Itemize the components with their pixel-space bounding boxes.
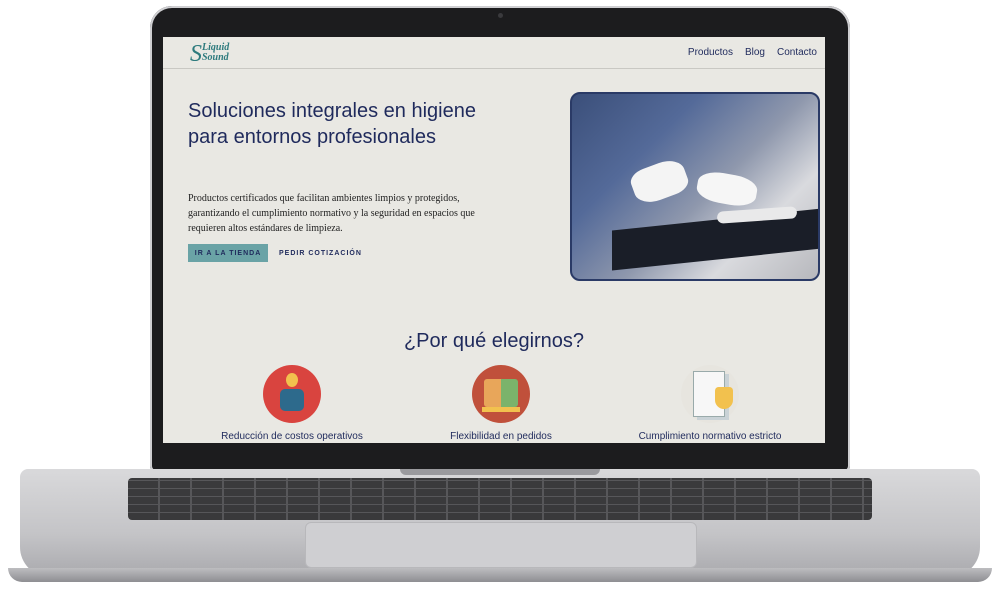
laptop-hinge [400, 469, 600, 475]
hero-image [570, 92, 820, 281]
checklist-shield-icon [681, 365, 739, 423]
trackpad [305, 522, 697, 568]
nav-link-contacto[interactable]: Contacto [777, 47, 817, 58]
keyboard [128, 478, 872, 520]
feature-cost-reduction: Reducción de costos operativos [192, 365, 392, 442]
hero-description: Productos certificados que facilitan amb… [188, 193, 475, 234]
site-logo[interactable]: S Liquid Sound [190, 41, 250, 67]
request-quote-button[interactable]: PEDIR COTIZACIÓN [279, 244, 362, 262]
feature-compliance: Cumplimiento normativo estricto [610, 365, 810, 442]
glove-right [694, 169, 760, 209]
hero-title: Soluciones integrales en higiene para en… [188, 100, 476, 148]
main-menu: Productos Blog Contacto [688, 47, 817, 58]
camera-icon [498, 13, 503, 18]
cost-reduction-icon [263, 365, 321, 423]
why-us-title: ¿Por qué elegirnos? [403, 330, 585, 352]
feature-label: Flexibilidad en pedidos [450, 431, 552, 442]
boxes-cart-icon [472, 365, 530, 423]
nav-link-blog[interactable]: Blog [745, 47, 765, 58]
feature-label: Reducción de costos operativos [221, 431, 363, 442]
logo-wordmark: Liquid Sound [202, 43, 229, 63]
site-header: S Liquid Sound Productos Blog Contacto [163, 37, 825, 69]
go-to-store-button[interactable]: IR A LA TIENDA [188, 244, 268, 262]
logo-mark: S [190, 41, 202, 67]
glove-left [627, 155, 692, 208]
laptop-bezel [163, 443, 825, 469]
nav-link-productos[interactable]: Productos [688, 47, 733, 58]
logo-line2: Sound [202, 52, 229, 63]
feature-flexibility: Flexibilidad en pedidos [401, 365, 601, 442]
feature-label: Cumplimiento normativo estricto [638, 431, 782, 442]
laptop-base-edge [8, 568, 992, 582]
browser-screen: S Liquid Sound Productos Blog Contacto S… [163, 37, 825, 443]
